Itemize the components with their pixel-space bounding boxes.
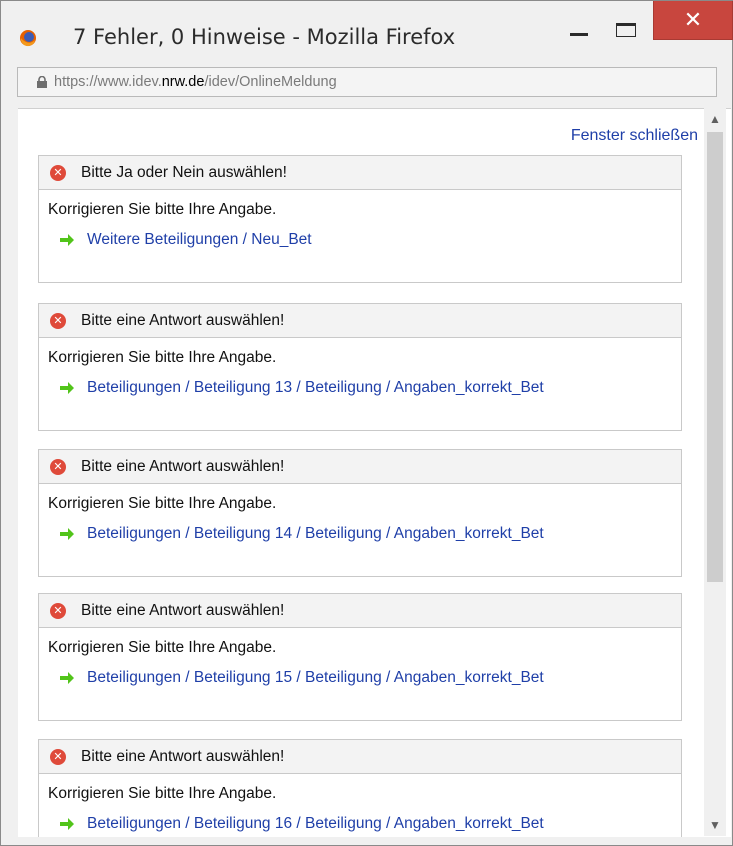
green-arrow-icon — [60, 382, 74, 394]
green-arrow-icon — [60, 672, 74, 684]
error-header: ✕ Bitte Ja oder Nein auswählen! — [39, 156, 681, 190]
error-message: Korrigieren Sie bitte Ihre Angabe. — [48, 201, 277, 218]
error-title: Bitte eine Antwort auswählen! — [81, 312, 285, 329]
url-text: https://www.idev.nrw.de/idev/OnlineMeldu… — [54, 74, 337, 90]
address-bar[interactable]: https://www.idev.nrw.de/idev/OnlineMeldu… — [17, 67, 717, 97]
green-arrow-icon — [60, 234, 74, 246]
green-arrow-icon — [60, 528, 74, 540]
error-title: Bitte Ja oder Nein auswählen! — [81, 164, 287, 181]
page-content: Fenster schließen ✕ Bitte Ja oder Nein a… — [18, 108, 731, 837]
error-card: ✕ Bitte eine Antwort auswählen! Korrigie… — [38, 593, 682, 721]
error-circle-icon: ✕ — [50, 603, 66, 619]
error-field-link[interactable]: Beteiligungen / Beteiligung 15 / Beteili… — [87, 669, 544, 687]
error-circle-icon: ✕ — [50, 459, 66, 475]
error-message: Korrigieren Sie bitte Ihre Angabe. — [48, 349, 277, 366]
error-header: ✕ Bitte eine Antwort auswählen! — [39, 304, 681, 338]
error-field-link[interactable]: Beteiligungen / Beteiligung 13 / Beteili… — [87, 379, 544, 397]
error-circle-icon: ✕ — [50, 313, 66, 329]
error-card: ✕ Bitte eine Antwort auswählen! Korrigie… — [38, 449, 682, 577]
url-suffix: /idev/OnlineMeldung — [204, 74, 337, 90]
error-message: Korrigieren Sie bitte Ihre Angabe. — [48, 639, 277, 656]
error-card: ✕ Bitte eine Antwort auswählen! Korrigie… — [38, 739, 682, 837]
close-window-link[interactable]: Fenster schließen — [528, 127, 698, 145]
url-domain: nrw.de — [161, 74, 205, 90]
green-arrow-icon — [60, 818, 74, 830]
error-title: Bitte eine Antwort auswählen! — [81, 748, 285, 765]
maximize-icon — [616, 23, 636, 37]
error-header: ✕ Bitte eine Antwort auswählen! — [39, 594, 681, 628]
close-window-button[interactable]: ✕ — [653, 1, 733, 40]
error-circle-icon: ✕ — [50, 165, 66, 181]
lock-icon — [37, 76, 47, 88]
title-bar[interactable]: 7 Fehler, 0 Hinweise - Mozilla Firefox ✕ — [1, 1, 733, 59]
error-title: Bitte eine Antwort auswählen! — [81, 458, 285, 475]
error-title: Bitte eine Antwort auswählen! — [81, 602, 285, 619]
close-icon: ✕ — [683, 7, 703, 32]
firefox-icon — [20, 30, 36, 47]
error-field-link[interactable]: Weitere Beteiligungen / Neu_Bet — [87, 231, 312, 249]
error-header: ✕ Bitte eine Antwort auswählen! — [39, 740, 681, 774]
error-field-link[interactable]: Beteiligungen / Beteiligung 14 / Beteili… — [87, 525, 544, 543]
error-circle-icon: ✕ — [50, 749, 66, 765]
minimize-icon — [570, 33, 588, 36]
url-prefix: https://www.idev. — [54, 74, 162, 90]
scrollbar-thumb[interactable] — [707, 132, 723, 582]
error-field-link[interactable]: Beteiligungen / Beteiligung 16 / Beteili… — [87, 815, 544, 833]
scroll-up-icon[interactable]: ▲ — [704, 110, 726, 128]
error-card: ✕ Bitte eine Antwort auswählen! Korrigie… — [38, 303, 682, 431]
vertical-scrollbar[interactable]: ▲ ▼ — [704, 108, 726, 836]
error-header: ✕ Bitte eine Antwort auswählen! — [39, 450, 681, 484]
error-card: ✕ Bitte Ja oder Nein auswählen! Korrigie… — [38, 155, 682, 283]
minimize-button[interactable] — [557, 1, 601, 39]
window-title: 7 Fehler, 0 Hinweise - Mozilla Firefox — [73, 25, 456, 49]
error-message: Korrigieren Sie bitte Ihre Angabe. — [48, 785, 277, 802]
error-message: Korrigieren Sie bitte Ihre Angabe. — [48, 495, 277, 512]
maximize-button[interactable] — [605, 1, 649, 39]
scroll-down-icon[interactable]: ▼ — [704, 816, 726, 834]
